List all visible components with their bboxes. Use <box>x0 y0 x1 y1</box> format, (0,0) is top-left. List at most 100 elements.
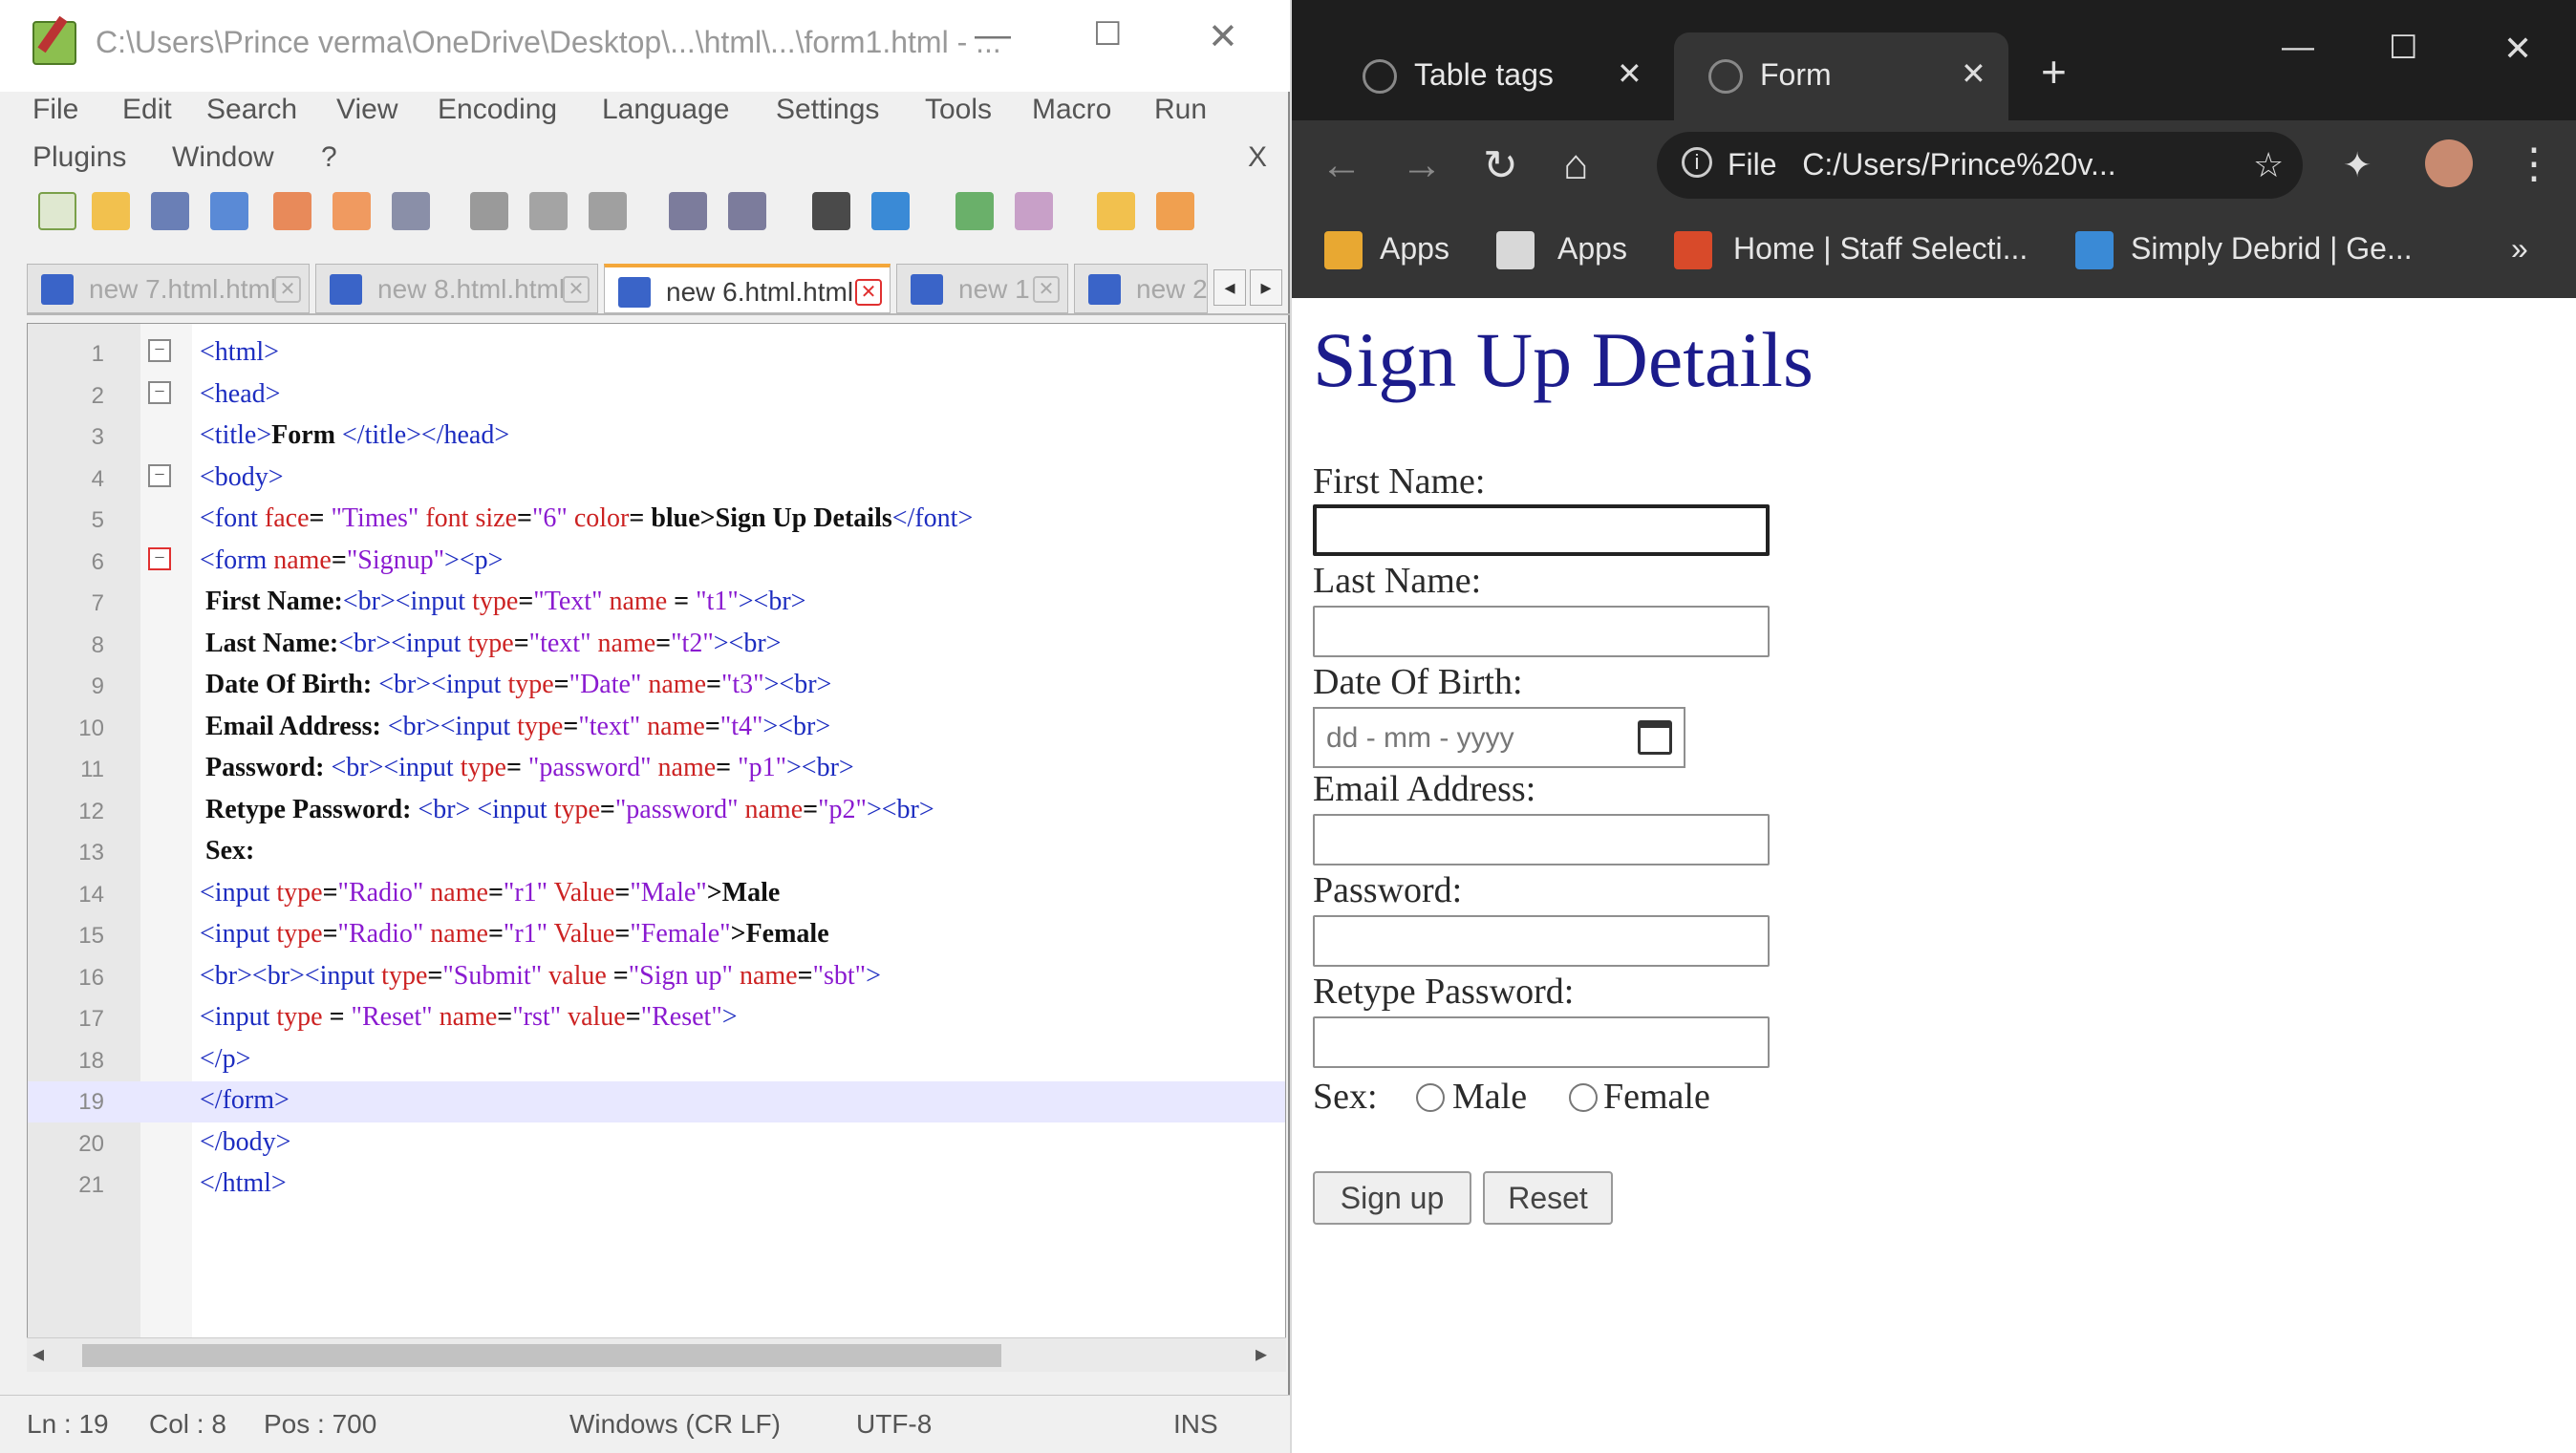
close-icon[interactable]: ✕ <box>1208 15 1238 58</box>
code-line[interactable]: 3 <title>Form </title></head> <box>28 417 1285 458</box>
scroll-left-icon[interactable]: ◂ <box>32 1340 44 1368</box>
profile-avatar[interactable] <box>2425 139 2473 187</box>
first-name-input[interactable] <box>1313 504 1770 556</box>
undo-icon[interactable] <box>669 192 707 230</box>
extensions-icon[interactable]: ✦ <box>2343 145 2372 185</box>
close-file-icon[interactable] <box>273 192 311 230</box>
code-line[interactable]: 17 <input type = "Reset" name="rst" value… <box>28 998 1285 1039</box>
code-line[interactable]: 14 <input type="Radio" name="r1" Value="M… <box>28 874 1285 915</box>
reload-icon[interactable]: ↻ <box>1483 141 1518 190</box>
menu-encoding[interactable]: Encoding <box>438 94 557 126</box>
code-line[interactable]: 15 <input type="Radio" name="r1" Value="F… <box>28 915 1285 956</box>
menu-help[interactable]: ? <box>321 141 337 174</box>
code-line[interactable]: 12 Retype Password: <br> <input type="pas… <box>28 791 1285 832</box>
zoom-out-icon[interactable] <box>1015 192 1053 230</box>
bookmark-apps[interactable]: Apps <box>1380 231 1449 267</box>
male-radio[interactable] <box>1416 1083 1445 1112</box>
code-line[interactable]: 11 Password: <br><input type= "password" … <box>28 749 1285 790</box>
code-line[interactable]: 9 Date Of Birth: <br><input type="Date" n… <box>28 666 1285 707</box>
menu-language[interactable]: Language <box>602 94 729 126</box>
code-editor[interactable]: 1 − <html> 2 − <head> 3 <title>Form </title></h… <box>27 323 1286 1355</box>
save-all-icon[interactable] <box>210 192 248 230</box>
horizontal-scrollbar[interactable]: ◂ ▸ <box>27 1337 1286 1372</box>
file-tab-active[interactable]: new 6.html.html ✕ <box>604 264 891 313</box>
back-icon[interactable]: ← <box>1320 141 1363 189</box>
password-input[interactable] <box>1313 915 1770 967</box>
code-line[interactable]: 7 First Name:<br><input type="Text" name … <box>28 583 1285 624</box>
code-line[interactable]: 5 <font face= "Times" font size="6" color… <box>28 500 1285 541</box>
maximize-icon[interactable]: ☐ <box>2389 29 2417 67</box>
info-icon[interactable]: i <box>1682 147 1712 178</box>
menu-close-document[interactable]: X <box>1248 141 1267 174</box>
tab-close-icon[interactable]: ✕ <box>274 276 301 303</box>
code-line[interactable]: 21 </html> <box>28 1165 1285 1206</box>
file-tab[interactable]: new 1 ✕ <box>896 264 1068 313</box>
close-all-icon[interactable] <box>333 192 371 230</box>
tab-close-icon[interactable]: ✕ <box>855 279 882 306</box>
female-radio[interactable] <box>1569 1083 1598 1112</box>
save-icon[interactable] <box>151 192 189 230</box>
forward-icon[interactable]: → <box>1401 141 1443 189</box>
reset-button[interactable]: Reset <box>1483 1171 1613 1225</box>
home-icon[interactable]: ⌂ <box>1563 141 1589 189</box>
address-bar[interactable]: i File C:/Users/Prince%20v... <box>1657 132 2303 199</box>
minimize-icon[interactable]: — <box>2282 29 2314 66</box>
print-icon[interactable] <box>392 192 430 230</box>
code-line[interactable]: 13 Sex: <box>28 832 1285 873</box>
code-line[interactable]: 6 − <form name="Signup"><p> <box>28 542 1285 583</box>
fold-toggle-icon[interactable]: − <box>148 463 171 487</box>
retype-password-input[interactable] <box>1313 1016 1770 1068</box>
menu-run[interactable]: Run <box>1154 94 1207 126</box>
code-line[interactable]: 20 </body> <box>28 1123 1285 1165</box>
file-tab[interactable]: new 8.html.html ✕ <box>315 264 598 313</box>
scrollbar-thumb[interactable] <box>82 1344 1001 1367</box>
menu-edit[interactable]: Edit <box>122 94 172 126</box>
replace-icon[interactable] <box>871 192 910 230</box>
menu-kebab-icon[interactable]: ⋮ <box>2513 139 2555 188</box>
tab-close-icon[interactable]: ✕ <box>1617 55 1642 92</box>
minimize-icon[interactable]: — <box>975 15 1011 56</box>
paste-icon[interactable] <box>589 192 627 230</box>
code-line[interactable]: 18 </p> <box>28 1040 1285 1081</box>
code-line[interactable]: 2 − <head> <box>28 375 1285 417</box>
code-line[interactable]: 4 − <body> <box>28 459 1285 500</box>
fold-toggle-icon[interactable]: − <box>148 546 171 570</box>
open-file-icon[interactable] <box>92 192 130 230</box>
scroll-right-icon[interactable]: ▸ <box>1256 1340 1267 1368</box>
dob-date-input[interactable]: dd - mm - yyyy <box>1313 707 1685 768</box>
email-input[interactable] <box>1313 814 1770 865</box>
browser-tab[interactable]: Table tags ✕ <box>1342 32 1659 120</box>
menu-view[interactable]: View <box>336 94 397 126</box>
new-tab-button[interactable]: + <box>2041 46 2067 97</box>
tab-close-icon[interactable]: ✕ <box>1961 55 1986 92</box>
copy-icon[interactable] <box>529 192 568 230</box>
close-icon[interactable]: ✕ <box>2503 29 2532 69</box>
cut-icon[interactable] <box>470 192 508 230</box>
browser-tab-active[interactable]: Form ✕ <box>1674 32 2008 120</box>
tab-close-icon[interactable]: ✕ <box>1033 276 1060 303</box>
bookmark-apps-2[interactable]: Apps <box>1557 231 1627 267</box>
menu-plugins[interactable]: Plugins <box>32 141 126 174</box>
last-name-input[interactable] <box>1313 606 1770 657</box>
fold-toggle-icon[interactable]: − <box>148 380 171 404</box>
maximize-icon[interactable]: ☐ <box>1093 15 1122 53</box>
bookmarks-overflow-icon[interactable]: » <box>2511 231 2528 267</box>
sign-up-button[interactable]: Sign up <box>1313 1171 1471 1225</box>
tab-scroll-left-icon[interactable]: ◂ <box>1213 269 1246 306</box>
tab-close-icon[interactable]: ✕ <box>563 276 590 303</box>
bookmark-simply-debrid[interactable]: Simply Debrid | Ge... <box>2131 231 2413 267</box>
menu-settings[interactable]: Settings <box>776 94 879 126</box>
new-file-icon[interactable] <box>38 192 76 230</box>
find-icon[interactable] <box>812 192 850 230</box>
code-line[interactable]: 19 </form> <box>28 1081 1285 1122</box>
code-line[interactable]: 10 Email Address: <br><input type="text" … <box>28 708 1285 749</box>
code-line[interactable]: 8 Last Name:<br><input type="text" name="… <box>28 625 1285 666</box>
menu-tools[interactable]: Tools <box>925 94 992 126</box>
calendar-icon[interactable] <box>1638 720 1672 755</box>
tab-scroll-right-icon[interactable]: ▸ <box>1250 269 1282 306</box>
menu-window[interactable]: Window <box>172 141 274 174</box>
code-line[interactable]: 16 <br><br><input type="Submit" value ="S… <box>28 957 1285 998</box>
zoom-in-icon[interactable] <box>955 192 994 230</box>
sync-scroll-icon[interactable] <box>1097 192 1135 230</box>
file-tab[interactable]: new 2 <box>1074 264 1208 313</box>
